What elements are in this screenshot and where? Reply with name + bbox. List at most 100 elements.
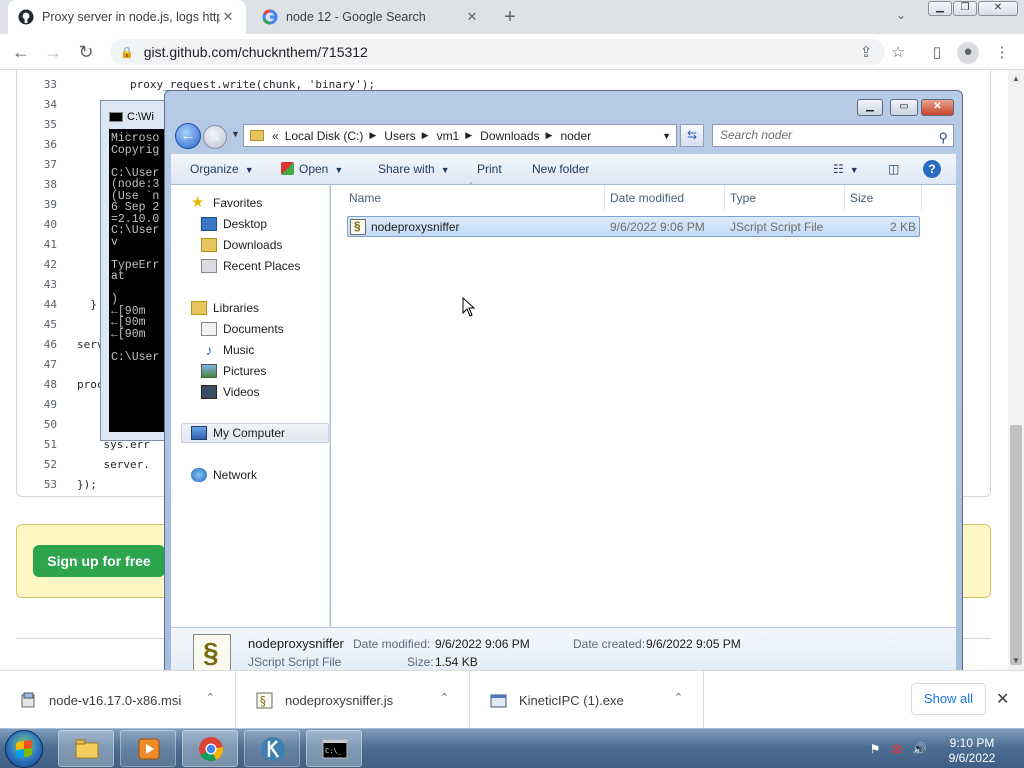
preview-pane-icon[interactable]: ◫ bbox=[888, 162, 899, 176]
column-header-date-modified[interactable]: Date modified bbox=[604, 185, 725, 211]
scrollbar-thumb[interactable] bbox=[1010, 425, 1022, 665]
chevron-up-icon[interactable]: ⌃ bbox=[674, 691, 683, 704]
breadcrumb-noder[interactable]: noder bbox=[560, 129, 591, 143]
taskbar-command-prompt[interactable]: C:\_ bbox=[306, 730, 362, 767]
start-button[interactable] bbox=[5, 730, 43, 768]
profile-avatar-icon[interactable]: ● bbox=[957, 42, 979, 64]
nav-pictures[interactable]: Pictures bbox=[201, 361, 266, 381]
back-arrow-icon[interactable]: ← bbox=[10, 41, 32, 63]
nav-libraries[interactable]: Libraries bbox=[191, 298, 259, 318]
breadcrumb-local-disk[interactable]: Local Disk (C:) bbox=[285, 129, 364, 143]
breadcrumb-chevron-icon[interactable]: ▶ bbox=[422, 130, 429, 141]
show-all-downloads-button[interactable]: Show all bbox=[911, 683, 986, 715]
organize-button[interactable]: Organize ▼ bbox=[190, 162, 254, 176]
column-header-size[interactable]: Size bbox=[844, 185, 922, 211]
breadcrumb-overflow[interactable]: « bbox=[272, 129, 279, 143]
recent-pages-chevron-icon[interactable]: ▼ bbox=[231, 129, 240, 139]
folder-icon bbox=[75, 739, 99, 759]
column-header-name[interactable]: Name bbox=[343, 185, 605, 211]
address-dropdown-icon[interactable]: ▼ bbox=[662, 131, 671, 141]
close-tab-icon[interactable]: ✕ bbox=[220, 9, 236, 25]
change-view-button[interactable]: ☷ ▼ bbox=[833, 162, 859, 176]
chevron-up-icon[interactable]: ⌃ bbox=[440, 691, 449, 704]
file-row-nodeproxysniffer[interactable]: nodeproxysniffer 9/6/2022 9:06 PM JScrip… bbox=[347, 216, 920, 237]
taskbar-media-player[interactable] bbox=[120, 730, 176, 767]
volume-icon[interactable]: 🔊 bbox=[912, 743, 927, 756]
details-date-created: 9/6/2022 9:05 PM bbox=[646, 637, 741, 651]
page-scrollbar[interactable]: ▲ ▼ bbox=[1008, 70, 1024, 670]
breadcrumb-chevron-icon[interactable]: ▶ bbox=[546, 130, 553, 141]
documents-icon bbox=[201, 322, 217, 336]
help-icon[interactable]: ? bbox=[923, 160, 941, 178]
nav-music[interactable]: ♪ Music bbox=[201, 340, 255, 360]
explorer-search-input[interactable]: Search noder ⚲ bbox=[712, 124, 954, 147]
network-disconnected-icon[interactable]: ⊠ bbox=[890, 743, 904, 756]
breadcrumb-users[interactable]: Users bbox=[384, 129, 415, 143]
open-button[interactable]: Open ▼ bbox=[281, 162, 343, 176]
explorer-window[interactable]: ▁ ▭ ✕ ← → ▼ « Local Disk (C:) ▶ Users ▶ vm… bbox=[164, 90, 963, 687]
view-list-icon: ☷ bbox=[833, 162, 844, 176]
column-header-type[interactable]: Type bbox=[724, 185, 845, 211]
sign-up-button[interactable]: Sign up for free bbox=[33, 545, 165, 577]
address-bar[interactable]: 🔒 gist.github.com/chucknthem/715312 bbox=[110, 39, 885, 65]
action-center-flag-icon[interactable]: ⚑ bbox=[868, 743, 882, 756]
scroll-up-arrow-icon[interactable]: ▲ bbox=[1012, 74, 1020, 83]
nav-downloads[interactable]: Downloads bbox=[201, 235, 282, 255]
nav-documents[interactable]: Documents bbox=[201, 319, 284, 339]
taskbar-kinetic-app[interactable] bbox=[244, 730, 300, 767]
side-panel-icon[interactable]: ▯ bbox=[927, 43, 947, 63]
forward-arrow-icon[interactable]: → bbox=[42, 41, 64, 63]
tab-google-search[interactable]: node 12 - Google Search ✕ bbox=[252, 0, 490, 34]
tab-proxy-gist[interactable]: Proxy server in node.js, logs http ✕ bbox=[8, 0, 246, 34]
code-line: } bbox=[77, 298, 97, 311]
console-line: at bbox=[111, 270, 125, 283]
download-item-node-msi[interactable]: node-v16.17.0-x86.msi ⌃ bbox=[0, 671, 236, 729]
explorer-close-button[interactable]: ✕ bbox=[921, 99, 954, 116]
new-folder-button[interactable]: New folder bbox=[532, 162, 589, 176]
close-tab-icon[interactable]: ✕ bbox=[464, 9, 480, 25]
search-icon[interactable]: ⚲ bbox=[938, 127, 948, 148]
console-line: C:\User bbox=[111, 350, 160, 364]
nav-favorites[interactable]: ★ Favorites bbox=[191, 193, 262, 213]
nav-network[interactable]: Network bbox=[191, 465, 257, 485]
breadcrumb-chevron-icon[interactable]: ▶ bbox=[465, 130, 472, 141]
taskbar-clock[interactable]: 9:10 PM 9/6/2022 bbox=[930, 736, 1014, 766]
close-shelf-icon[interactable]: ✕ bbox=[996, 689, 1009, 709]
command-prompt-window[interactable]: C:\Wi Microso Copyrig C:\User (node:3 (Use `… bbox=[100, 100, 171, 441]
taskbar-explorer[interactable] bbox=[58, 730, 114, 767]
forward-arrow-icon[interactable]: → bbox=[203, 125, 227, 149]
line-number: 51 bbox=[43, 438, 57, 451]
nav-recent-places[interactable]: Recent Places bbox=[201, 256, 300, 276]
print-button[interactable]: Print bbox=[477, 162, 502, 176]
tab-search-chevron-icon[interactable]: ⌄ bbox=[896, 8, 906, 22]
reload-icon[interactable]: ↻ bbox=[75, 41, 97, 63]
download-item-nodeproxysniffer-js[interactable]: § nodeproxysniffer.js ⌃ bbox=[236, 671, 470, 729]
breadcrumb-vm1[interactable]: vm1 bbox=[437, 129, 460, 143]
explorer-maximize-button[interactable]: ▭ bbox=[890, 99, 918, 116]
chevron-up-icon[interactable]: ⌃ bbox=[206, 691, 215, 704]
line-number: 43 bbox=[43, 278, 57, 291]
line-number: 34 bbox=[43, 98, 57, 111]
breadcrumb-downloads[interactable]: Downloads bbox=[480, 129, 539, 143]
file-size: 2 KB bbox=[889, 220, 916, 234]
close-window-button[interactable]: ✕ bbox=[978, 1, 1018, 16]
breadcrumb-chevron-icon[interactable]: ▶ bbox=[369, 130, 376, 141]
minimize-window-button[interactable]: ▁ bbox=[928, 1, 952, 16]
back-arrow-icon[interactable]: ← bbox=[175, 123, 201, 149]
nav-my-computer[interactable]: My Computer bbox=[181, 423, 329, 443]
share-icon[interactable]: ⇪ bbox=[856, 43, 876, 63]
details-date-created-label: Date created: bbox=[573, 637, 646, 651]
restore-window-button[interactable]: ❐ bbox=[953, 1, 977, 16]
new-tab-button[interactable]: + bbox=[500, 6, 520, 29]
share-with-button[interactable]: Share with ▼ bbox=[378, 162, 450, 176]
bookmark-star-icon[interactable]: ☆ bbox=[888, 43, 908, 63]
taskbar-chrome[interactable] bbox=[182, 730, 238, 767]
refresh-icon[interactable]: ⇆ bbox=[680, 124, 704, 147]
nav-desktop[interactable]: Desktop bbox=[201, 214, 267, 234]
download-item-kineticipc-exe[interactable]: KineticIPC (1).exe ⌃ bbox=[470, 671, 704, 729]
scroll-down-arrow-icon[interactable]: ▼ bbox=[1012, 656, 1020, 665]
nav-videos[interactable]: Videos bbox=[201, 382, 259, 402]
menu-dots-icon[interactable]: ⋮ bbox=[992, 43, 1012, 63]
explorer-address-bar[interactable]: « Local Disk (C:) ▶ Users ▶ vm1 ▶ Downloads… bbox=[243, 124, 677, 147]
explorer-minimize-button[interactable]: ▁ bbox=[857, 99, 883, 116]
